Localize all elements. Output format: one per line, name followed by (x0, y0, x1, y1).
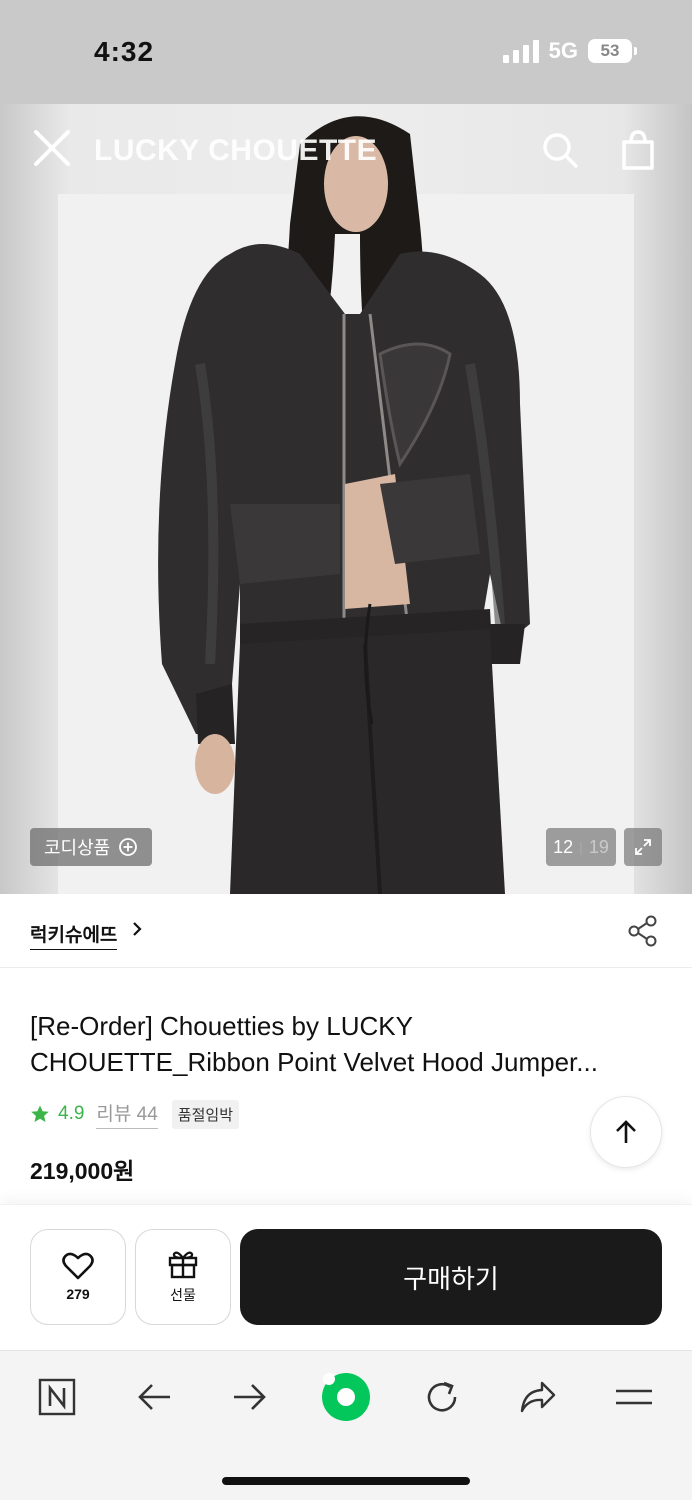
product-price: 219,000원 (30, 1158, 135, 1184)
image-current: 12 (553, 836, 574, 857)
arrow-up-icon (616, 1120, 636, 1143)
refresh-button[interactable] (420, 1375, 464, 1419)
top-nav: LUCKY CHOUETTE (0, 104, 692, 196)
status-bar: 4:32 5G 53 (0, 0, 692, 104)
product-title-line1: [Re-Order] Chouetties by LUCKY (30, 1011, 413, 1041)
menu-button[interactable] (612, 1375, 656, 1419)
network-label: 5G (548, 38, 578, 63)
star-icon (31, 1105, 49, 1122)
search-button[interactable] (540, 130, 580, 170)
close-icon (34, 130, 70, 166)
like-button[interactable]: 279 (30, 1229, 126, 1325)
counter-divider: | (579, 839, 583, 855)
expand-image-button[interactable] (624, 828, 662, 866)
battery-level: 53 (600, 41, 620, 60)
plus-circle-icon (119, 838, 138, 856)
forward-arrow-icon (234, 1384, 266, 1410)
close-button[interactable] (30, 126, 74, 170)
status-indicators: 5G 53 (502, 38, 637, 64)
product-title: [Re-Order] Chouetties by LUCKY CHOUETTE_… (30, 1008, 650, 1080)
gift-label: 선물 (170, 1287, 196, 1303)
share-arrow-icon (520, 1381, 556, 1413)
forward-button[interactable] (228, 1375, 272, 1419)
naver-home-button[interactable] (35, 1375, 79, 1419)
back-arrow-icon (138, 1384, 170, 1410)
expand-icon (635, 839, 651, 855)
brand-row: 럭키슈에뜨 (0, 894, 692, 968)
cart-button[interactable] (616, 128, 660, 172)
status-badge: 품절임박 (171, 1099, 239, 1129)
purchase-action-bar: 279 선물 구매하기 (0, 1204, 692, 1350)
battery-icon: 53 (588, 39, 637, 63)
rating-value: 4.9 (58, 1103, 85, 1124)
gift-button[interactable]: 선물 (135, 1229, 231, 1325)
product-image[interactable] (0, 104, 692, 894)
image-total: 19 (588, 836, 609, 857)
review-link[interactable]: 리뷰 44 (96, 1099, 158, 1129)
heart-icon (62, 1252, 94, 1280)
share-icon (628, 915, 657, 947)
naver-n-icon (38, 1378, 76, 1416)
share-page-button[interactable] (516, 1375, 560, 1419)
share-button[interactable] (626, 914, 660, 948)
like-count: 279 (66, 1286, 90, 1302)
rating-row: 4.9 리뷰 44 품절임박 (30, 1098, 239, 1130)
naver-green-dot-icon (322, 1373, 370, 1421)
refresh-icon (427, 1381, 457, 1412)
buy-button[interactable]: 구매하기 (240, 1229, 662, 1325)
menu-icon (616, 1389, 652, 1405)
image-counter: 12 | 19 (546, 828, 616, 866)
home-indicator[interactable] (222, 1477, 470, 1485)
coordi-products-button[interactable]: 코디상품 (30, 828, 153, 866)
coordi-label: 코디상품 (44, 838, 111, 858)
naver-green-button[interactable] (316, 1367, 376, 1427)
scroll-to-top-button[interactable] (590, 1096, 662, 1168)
search-icon (543, 133, 578, 168)
back-button[interactable] (132, 1375, 176, 1419)
brand-store-link[interactable]: 럭키슈에뜨 (30, 920, 118, 950)
shopping-bag-icon (622, 130, 654, 170)
status-time: 4:32 (94, 36, 155, 67)
model-photo (58, 116, 634, 894)
browser-toolbar (0, 1350, 692, 1500)
chevron-right-icon[interactable] (130, 918, 144, 940)
product-title-line2: CHOUETTE_Ribbon Point Velvet Hood Jumper… (30, 1047, 598, 1077)
signal-icon (502, 39, 539, 63)
brand-logo[interactable]: LUCKY CHOUETTE (94, 134, 377, 168)
gift-icon (168, 1251, 198, 1279)
